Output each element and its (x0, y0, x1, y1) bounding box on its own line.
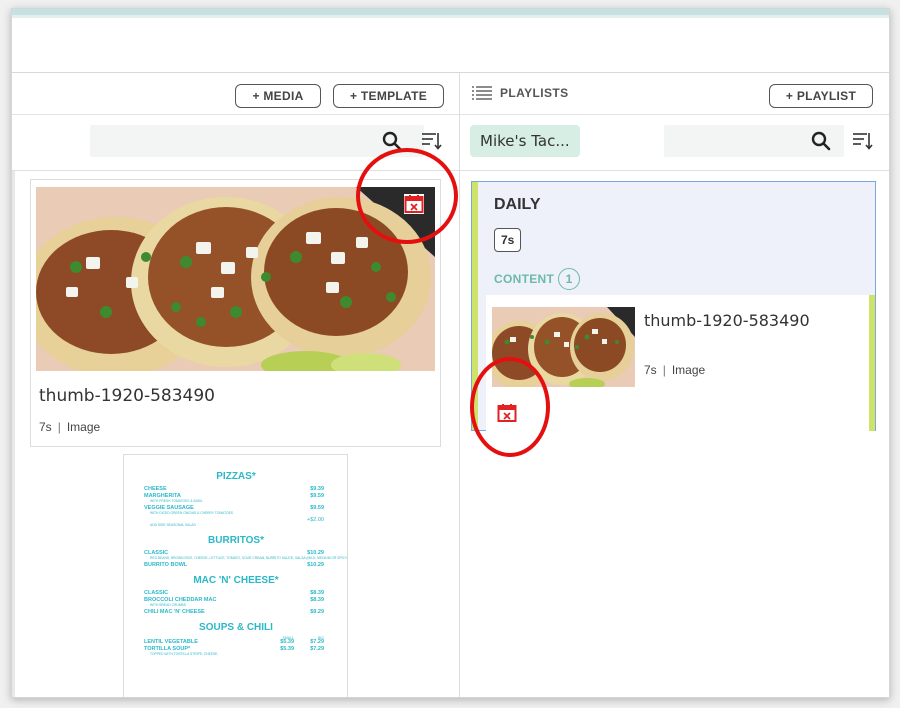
add-media-button[interactable]: + MEDIA (235, 84, 321, 108)
tacos-thumbnail (492, 307, 635, 387)
playlist-duration-badge: 7s (494, 228, 522, 252)
menu-item-name: CLASSIC (144, 590, 168, 596)
menu-item-price: +$2.00 (307, 517, 324, 523)
media-duration: 7s (39, 420, 52, 434)
menu-item-price: $5.39 (280, 646, 294, 652)
menu-item-desc: ADD SIDE SEASONAL SALAD (150, 523, 196, 527)
media-search-input[interactable] (90, 125, 424, 157)
playlist-item-title: thumb-1920-583490 (644, 311, 810, 330)
menu-item-price: $9.59 (310, 505, 324, 511)
add-playlist-button[interactable]: + PLAYLIST (769, 84, 873, 108)
menu-item-desc: WITH FRESH TOMATOES & BASIL (150, 499, 203, 503)
playlist-accent (472, 182, 478, 430)
menu-document: PIZZAS*CHEESE $9.39MARGHERITA $9.59WITH FR… (144, 471, 348, 656)
menu-heading: BURRITOS* (208, 535, 264, 546)
media-toolbar: + MEDIA + TEMPLATE (12, 73, 459, 115)
content-label-text: CONTENT (494, 272, 555, 286)
playlist-content-label[interactable]: CONTENT 1 (494, 268, 581, 290)
app-window: + MEDIA + TEMPLATE thumb-1920-583490 7s … (11, 8, 890, 698)
playlist-item-meta: 7s | Image (644, 363, 705, 377)
search-icon[interactable] (809, 129, 833, 153)
menu-thumbnail-card[interactable]: PIZZAS* CHEESE $9.39 MARGHERITA $9.59 WITH FR… (123, 454, 348, 697)
calendar-x-icon[interactable] (403, 193, 424, 214)
media-search-row (12, 115, 459, 171)
menu-item-desc: WITH BREAD CRUMBS (150, 603, 187, 607)
playlist-item[interactable]: thumb-1920-583490 7s | Image (486, 295, 875, 431)
sort-icon[interactable] (850, 129, 874, 153)
menu-item-price: $9.59 (310, 493, 324, 499)
playlist-item-duration: 7s (644, 363, 657, 377)
meta-separator: | (57, 420, 61, 434)
menu-item-price: $8.39 (310, 597, 324, 603)
playlist-search-row: Mike's Tac... (460, 115, 889, 171)
menu-item-price: $7.29 (310, 646, 324, 652)
playlist-name: DAILY (494, 196, 541, 213)
list-icon (470, 82, 494, 106)
tacos-thumbnail (36, 187, 435, 371)
sort-icon[interactable] (419, 129, 443, 153)
media-card[interactable]: thumb-1920-583490 7s | Image (30, 179, 441, 447)
menu-item-desc: RED BEANS, BROWN RICE, CHEESE, LETTUCE, … (150, 556, 348, 560)
header-area (12, 18, 889, 73)
media-list: thumb-1920-583490 7s | Image PIZZAS* CHEE… (12, 171, 459, 697)
menu-heading: MAC 'N' CHEESE* (193, 575, 278, 586)
menu-heading: PIZZAS* (216, 471, 256, 482)
menu-item-name: BURRITO BOWL (144, 562, 188, 568)
media-type: Image (66, 420, 101, 434)
playlists-label: PLAYLISTS (500, 86, 569, 100)
menu-item-name: LENTIL VEGETABLE (144, 639, 198, 645)
playlist-item-accent (869, 295, 875, 431)
menu-heading: SOUPS & CHILI (199, 622, 273, 633)
meta-separator: | (662, 363, 666, 377)
menu-item-desc: WITH DICED GREEN ONIONS & CHERRY TOMATOE… (150, 511, 234, 515)
menu-item-desc: TOPPED WITH TORTILLA STRIPS, CHEESE, (150, 652, 218, 656)
media-meta: 7s | Image (39, 420, 100, 434)
menu-item-name: CHEESE (144, 486, 167, 492)
menu-item-price: $10.29 (307, 562, 324, 568)
media-title: thumb-1920-583490 (39, 386, 215, 406)
playlist-card[interactable]: DAILY 7s CONTENT 1 thumb-1920-583490 7s … (471, 181, 876, 431)
search-icon[interactable] (380, 129, 404, 153)
add-template-button[interactable]: + TEMPLATE (333, 84, 444, 108)
menu-item-name: CHILI MAC 'N' CHEESE (144, 609, 205, 615)
menu-item-price: $8.39 (310, 590, 324, 596)
calendar-x-icon[interactable] (496, 402, 517, 422)
menu-item-price: $9.39 (310, 486, 324, 492)
playlists-toolbar: PLAYLISTS + PLAYLIST (460, 73, 889, 115)
playlist-item-type: Image (671, 363, 706, 377)
menu-item-price: $5.39 (280, 639, 294, 645)
menu-item-price: $7.29 (310, 639, 324, 645)
content-count: 1 (558, 268, 581, 290)
menu-item-price: $9.29 (310, 609, 324, 615)
filter-chip[interactable]: Mike's Tac... (470, 125, 580, 157)
